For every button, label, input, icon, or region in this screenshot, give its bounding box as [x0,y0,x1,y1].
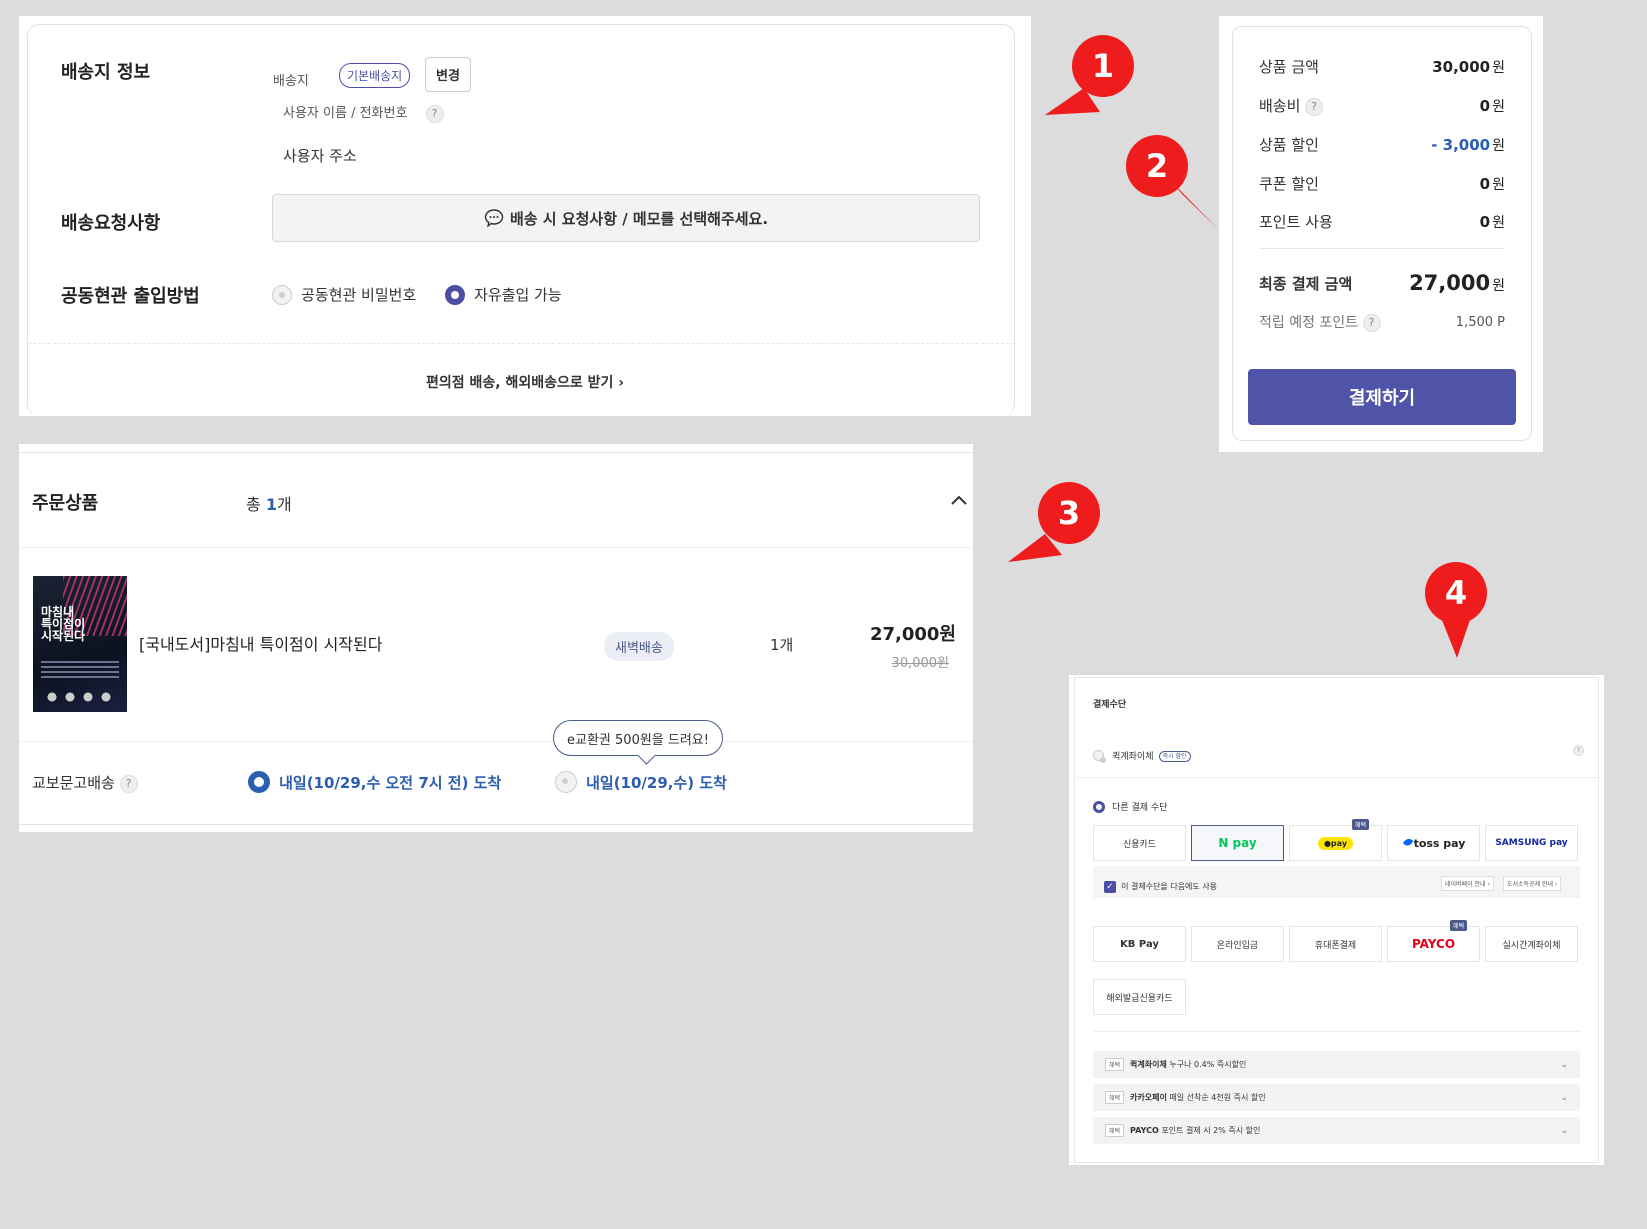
marker-4-pointer [1442,620,1470,658]
marker-1: 1 [1072,35,1134,97]
marker-number: 2 [1126,135,1188,197]
marker-number: 1 [1072,35,1134,97]
annotation-pointers [1008,88,1470,658]
marker-3: 3 [1038,482,1100,544]
marker-2: 2 [1126,135,1188,197]
marker-number: 3 [1038,482,1100,544]
marker-4: 4 [1425,562,1487,624]
marker-number: 4 [1425,562,1487,624]
